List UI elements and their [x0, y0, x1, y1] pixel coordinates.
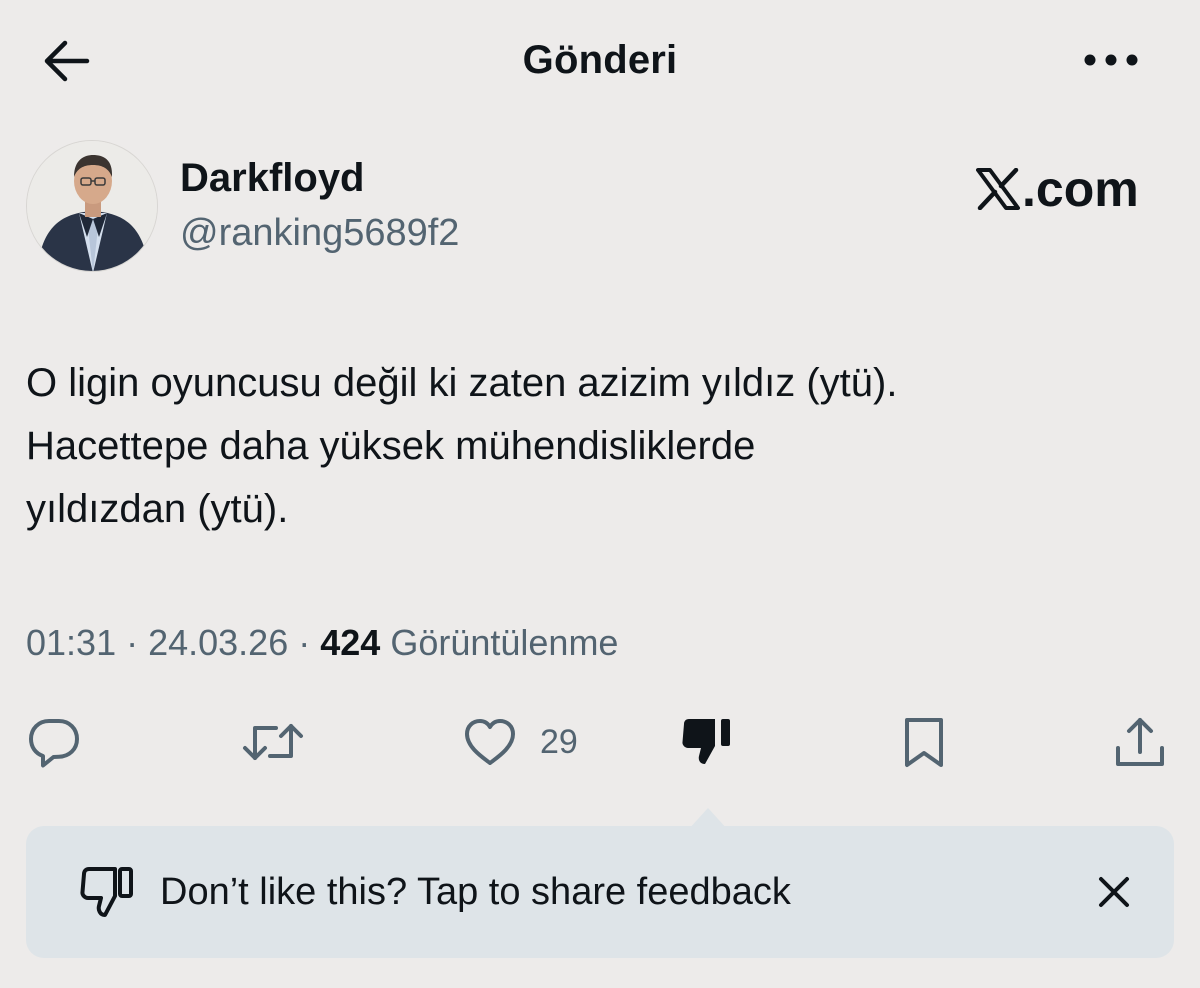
thumbs-down-icon [682, 719, 730, 764]
like-count: 29 [540, 722, 578, 761]
brand-text: .com [1022, 161, 1139, 217]
like-button[interactable]: 29 [462, 710, 578, 774]
share-icon [1116, 718, 1164, 766]
meta-space [380, 622, 390, 664]
author-handle[interactable]: @ranking5689f2 [180, 212, 459, 255]
views-label: Görüntülenme [390, 622, 619, 663]
brand-watermark: .com [976, 160, 1139, 218]
feedback-text: Don’t like this? Tap to share feedback [160, 870, 791, 913]
repost-button[interactable] [242, 710, 304, 774]
x-logo-icon [976, 168, 1020, 210]
bookmark-button[interactable] [898, 710, 950, 774]
author-display-name[interactable]: Darkfloyd [180, 156, 365, 201]
reply-button[interactable] [26, 710, 82, 774]
close-icon [1099, 877, 1129, 907]
feedback-banner[interactable]: Don’t like this? Tap to share feedback [26, 826, 1174, 958]
meta-separator: · [288, 622, 321, 663]
views-count: 424 [320, 622, 381, 663]
repost-icon [243, 724, 303, 760]
dislike-button[interactable] [678, 710, 734, 774]
tweet-meta: 01:31 · 24.03.26 · 424 Görüntülenme [26, 622, 618, 664]
share-button[interactable] [1112, 710, 1168, 774]
avatar-image [27, 141, 157, 271]
more-horizontal-icon [1084, 54, 1138, 66]
tweet-time[interactable]: 01:31 [26, 622, 116, 664]
tweet-text: O ligin oyuncusu değil ki zaten azizim y… [26, 361, 898, 531]
reply-icon [29, 719, 79, 768]
meta-separator: · [116, 622, 149, 663]
thumbs-down-outline-icon [76, 861, 138, 923]
page-title: Gönderi [522, 38, 678, 82]
bookmark-icon [905, 718, 943, 767]
avatar[interactable] [26, 140, 158, 272]
close-feedback-button[interactable] [1090, 866, 1138, 918]
tweet-date[interactable]: 24.03.26 [148, 622, 288, 664]
more-options-button[interactable] [1078, 38, 1144, 82]
heart-icon [465, 719, 515, 765]
